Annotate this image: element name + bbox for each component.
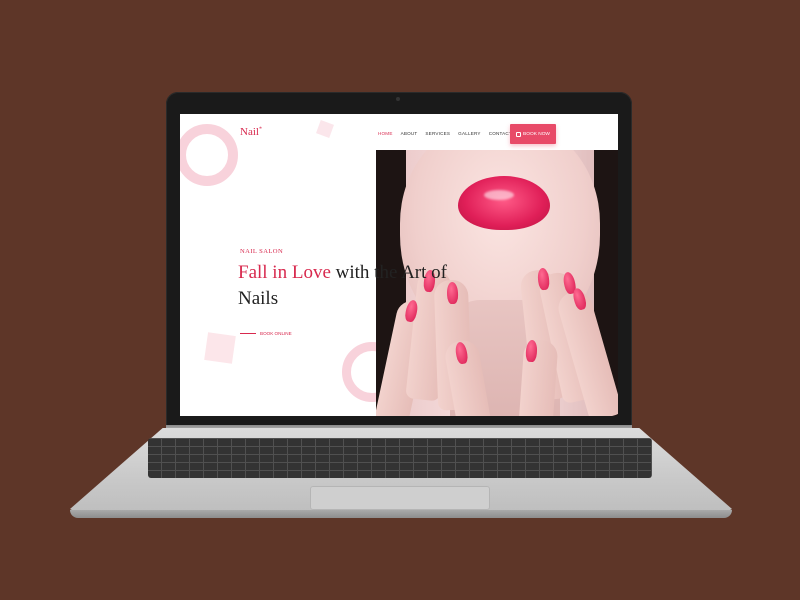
- laptop-lip: [70, 510, 732, 518]
- camera-icon: [396, 97, 400, 101]
- site-header: Nail* HOME ABOUT SERVICES GALLERY CONTAC…: [180, 114, 618, 150]
- cta-line: [240, 333, 256, 334]
- nav-gallery[interactable]: GALLERY: [458, 131, 481, 136]
- nav-services[interactable]: SERVICES: [425, 131, 450, 136]
- headline-highlight: Fall in Love: [238, 262, 331, 283]
- hero-eyebrow: NAIL SALON: [240, 248, 284, 255]
- decor-square-bottom: [204, 332, 236, 364]
- laptop-lid: Nail* HOME ABOUT SERVICES GALLERY CONTAC…: [166, 92, 632, 428]
- logo-mark: *: [258, 126, 262, 133]
- nav-home[interactable]: HOME: [378, 131, 393, 136]
- nav-contact[interactable]: CONTACT: [489, 131, 512, 136]
- lip-shine: [484, 190, 514, 200]
- nav-about[interactable]: ABOUT: [401, 131, 418, 136]
- logo-text: Nail: [240, 126, 259, 138]
- site-logo[interactable]: Nail*: [240, 126, 262, 138]
- book-now-button[interactable]: BOOK NOW: [510, 124, 556, 144]
- hero-headline: Fall in Love with the Art of Nails: [238, 260, 478, 312]
- main-nav: HOME ABOUT SERVICES GALLERY CONTACT: [378, 131, 512, 136]
- laptop-screen: Nail* HOME ABOUT SERVICES GALLERY CONTAC…: [180, 114, 618, 416]
- book-online-label: BOOK ONLINE: [260, 331, 292, 336]
- lips: [458, 176, 550, 230]
- calendar-icon: [516, 131, 522, 137]
- laptop-keyboard: [148, 438, 652, 478]
- book-now-label: BOOK NOW: [523, 131, 550, 137]
- laptop-trackpad: [310, 486, 490, 510]
- book-online-link[interactable]: BOOK ONLINE: [240, 331, 292, 336]
